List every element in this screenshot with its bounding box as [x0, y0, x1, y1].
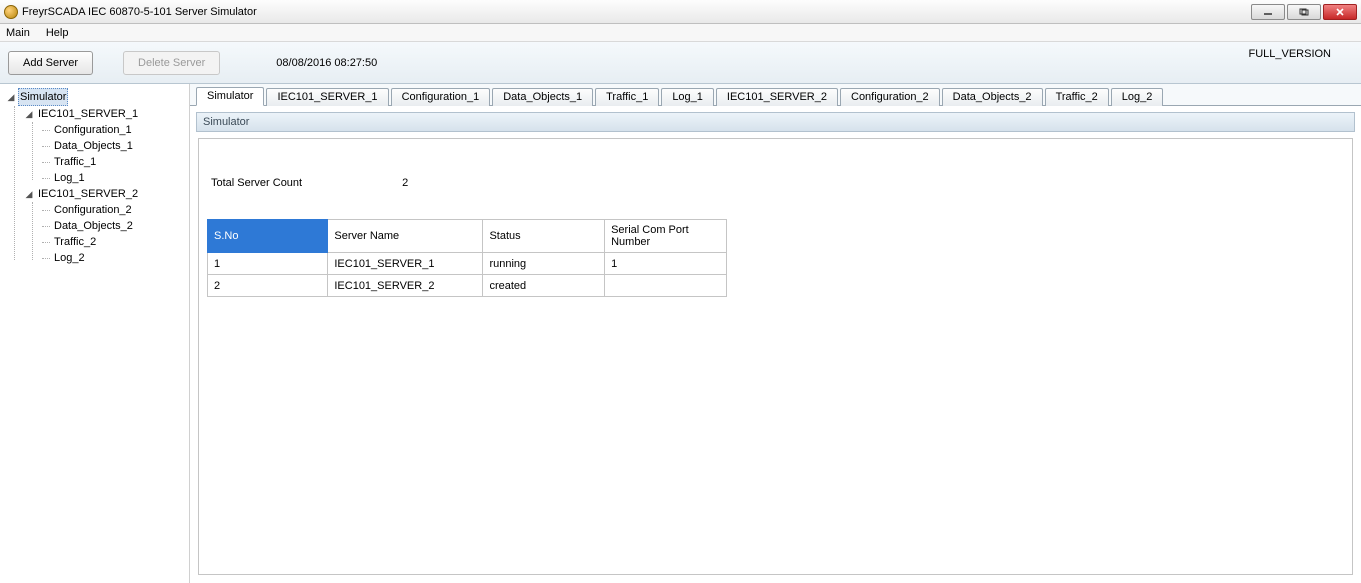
window-title: FreyrSCADA IEC 60870-5-101 Server Simula…: [22, 6, 257, 18]
minimize-button[interactable]: [1251, 4, 1285, 20]
tree-leaf[interactable]: Data_Objects_1: [42, 138, 189, 154]
tree-root-simulator[interactable]: ◢ Simulator: [6, 88, 189, 106]
main-panel: Simulator IEC101_SERVER_1 Configuration_…: [190, 84, 1361, 583]
app-icon: [4, 5, 18, 19]
menu-main[interactable]: Main: [6, 27, 30, 39]
menubar: Main Help: [0, 24, 1361, 42]
total-server-count-value: 2: [402, 177, 408, 189]
cell-name: IEC101_SERVER_2: [328, 275, 483, 297]
tree-leaf[interactable]: Traffic_2: [42, 234, 189, 250]
tree-leaf[interactable]: Log_2: [42, 250, 189, 266]
cell-sno: 1: [208, 253, 328, 275]
cell-status: created: [483, 275, 605, 297]
close-button[interactable]: [1323, 4, 1357, 20]
tree-leaf[interactable]: Configuration_2: [42, 202, 189, 218]
tab-configuration-1[interactable]: Configuration_1: [391, 88, 491, 106]
tabstrip: Simulator IEC101_SERVER_1 Configuration_…: [190, 84, 1361, 106]
tab-log-2[interactable]: Log_2: [1111, 88, 1164, 106]
tree-leaf[interactable]: Traffic_1: [42, 154, 189, 170]
tree-label-simulator[interactable]: Simulator: [18, 88, 68, 106]
server-table: S.No Server Name Status Serial Com Port …: [207, 219, 727, 297]
chevron-down-icon[interactable]: ◢: [24, 106, 34, 122]
tree-node-server-1[interactable]: ◢ IEC101_SERVER_1: [24, 106, 189, 122]
cell-name: IEC101_SERVER_1: [328, 253, 483, 275]
tab-traffic-1[interactable]: Traffic_1: [595, 88, 659, 106]
tree-leaf[interactable]: Configuration_1: [42, 122, 189, 138]
tree-leaf[interactable]: Data_Objects_2: [42, 218, 189, 234]
sidebar: ◢ Simulator ◢ IEC101_SERVER_1 Configurat…: [0, 84, 190, 583]
tab-configuration-2[interactable]: Configuration_2: [840, 88, 940, 106]
cell-port: 1: [605, 253, 727, 275]
tree-leaf[interactable]: Log_1: [42, 170, 189, 186]
toolbar: Add Server Delete Server 08/08/2016 08:2…: [0, 42, 1361, 84]
version-label: FULL_VERSION: [1248, 48, 1331, 60]
tab-log-1[interactable]: Log_1: [661, 88, 714, 106]
total-server-count-label: Total Server Count: [211, 177, 302, 189]
col-sno[interactable]: S.No: [208, 220, 328, 253]
table-row[interactable]: 1 IEC101_SERVER_1 running 1: [208, 253, 727, 275]
tab-server-2[interactable]: IEC101_SERVER_2: [716, 88, 838, 106]
chevron-down-icon[interactable]: ◢: [24, 186, 34, 202]
table-row[interactable]: 2 IEC101_SERVER_2 created: [208, 275, 727, 297]
tab-data-objects-1[interactable]: Data_Objects_1: [492, 88, 593, 106]
delete-server-button: Delete Server: [123, 51, 220, 75]
tab-traffic-2[interactable]: Traffic_2: [1045, 88, 1109, 106]
titlebar: FreyrSCADA IEC 60870-5-101 Server Simula…: [0, 0, 1361, 24]
panel-caption: Simulator: [196, 112, 1355, 132]
tree-label[interactable]: IEC101_SERVER_1: [36, 106, 140, 122]
cell-port: [605, 275, 727, 297]
chevron-down-icon[interactable]: ◢: [6, 89, 16, 105]
add-server-button[interactable]: Add Server: [8, 51, 93, 75]
maximize-button[interactable]: [1287, 4, 1321, 20]
tree-label[interactable]: IEC101_SERVER_2: [36, 186, 140, 202]
tab-server-1[interactable]: IEC101_SERVER_1: [266, 88, 388, 106]
col-status[interactable]: Status: [483, 220, 605, 253]
cell-sno: 2: [208, 275, 328, 297]
timestamp-label: 08/08/2016 08:27:50: [276, 57, 377, 69]
tree-node-server-2[interactable]: ◢ IEC101_SERVER_2: [24, 186, 189, 202]
col-name[interactable]: Server Name: [328, 220, 483, 253]
cell-status: running: [483, 253, 605, 275]
menu-help[interactable]: Help: [46, 27, 69, 39]
col-port[interactable]: Serial Com Port Number: [605, 220, 727, 253]
tab-simulator[interactable]: Simulator: [196, 87, 264, 106]
tab-data-objects-2[interactable]: Data_Objects_2: [942, 88, 1043, 106]
